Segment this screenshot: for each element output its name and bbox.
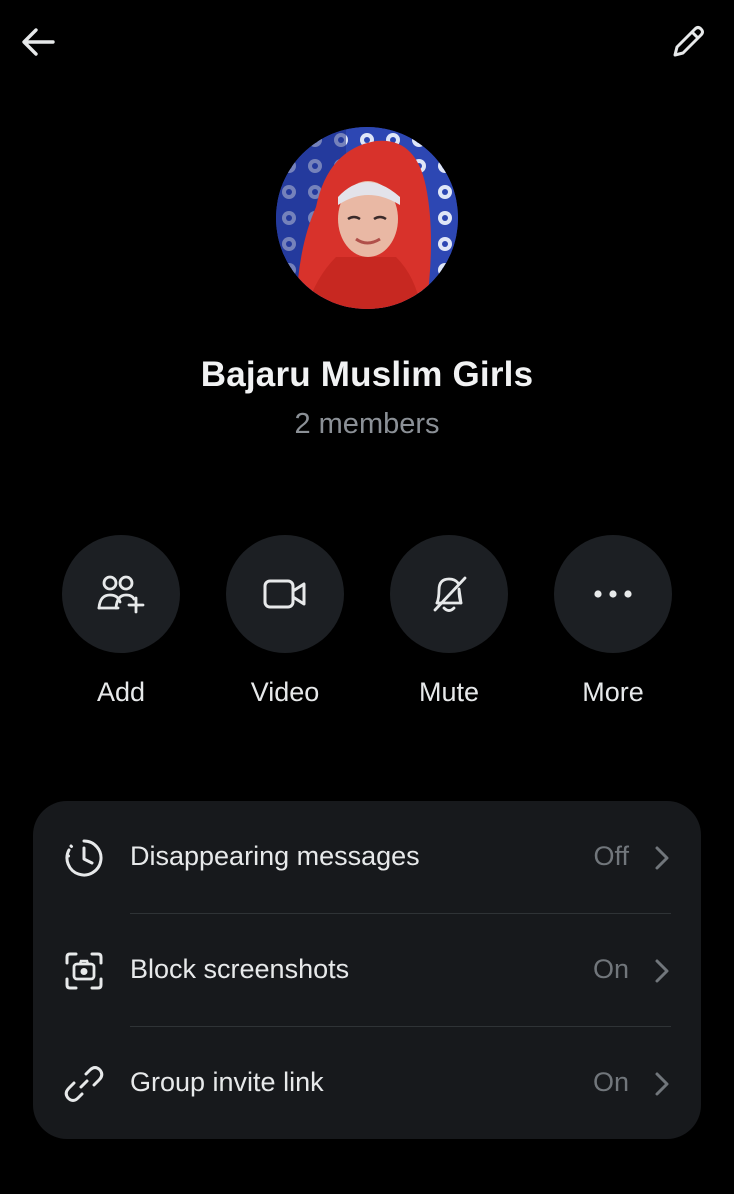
disappearing-messages-label: Disappearing messages	[130, 841, 420, 871]
mute-button-circle[interactable]	[390, 535, 508, 653]
group-invite-link-row[interactable]: Group invite link On	[33, 1027, 701, 1139]
more-label: More	[582, 677, 644, 707]
quick-actions: Add Video Mute More	[0, 535, 734, 725]
block-screenshots-value: On	[592, 954, 629, 984]
bell-muted-icon	[433, 576, 467, 612]
member-count[interactable]: 2 members	[0, 408, 734, 441]
block-screenshots-label: Block screenshots	[130, 954, 350, 984]
group-invite-link-label: Group invite link	[130, 1067, 324, 1097]
mute-button[interactable]: Mute	[379, 535, 519, 708]
group-name: Bajaru Muslim Girls	[200, 355, 534, 394]
mute-label: Mute	[418, 677, 480, 707]
chevron-right-icon	[655, 1072, 669, 1096]
group-info-screen: Bajaru Muslim Girls 2 members Add Video …	[0, 0, 734, 1194]
video-button-circle[interactable]	[226, 535, 344, 653]
video-label: Video	[250, 677, 320, 707]
video-camera-icon	[263, 579, 306, 609]
group-invite-link-value: On	[592, 1067, 629, 1097]
disappearing-messages-row[interactable]: Disappearing messages Off	[33, 801, 701, 913]
add-button-circle[interactable]	[62, 535, 180, 653]
group-avatar[interactable]	[276, 127, 458, 309]
screenshot-camera-icon	[63, 950, 105, 992]
more-button-circle[interactable]	[554, 535, 672, 653]
add-button[interactable]: Add	[51, 535, 191, 708]
timer-icon	[63, 837, 105, 879]
more-button[interactable]: More	[543, 535, 683, 708]
disappearing-messages-value: Off	[593, 841, 629, 871]
pencil-icon	[673, 26, 704, 57]
video-button[interactable]: Video	[215, 535, 355, 708]
link-icon	[63, 1063, 105, 1105]
back-button[interactable]	[14, 20, 62, 64]
add-label: Add	[96, 677, 146, 707]
arrow-left-icon	[22, 28, 55, 56]
top-bar	[0, 0, 734, 90]
settings-card: Disappearing messages Off Block screensh…	[33, 801, 701, 1139]
avatar-photo	[276, 127, 458, 309]
chevron-right-icon	[655, 846, 669, 870]
more-dots-icon	[594, 590, 632, 598]
edit-button[interactable]	[664, 20, 712, 64]
chevron-right-icon	[655, 959, 669, 983]
add-people-icon	[97, 575, 145, 614]
block-screenshots-row[interactable]: Block screenshots On	[33, 914, 701, 1026]
